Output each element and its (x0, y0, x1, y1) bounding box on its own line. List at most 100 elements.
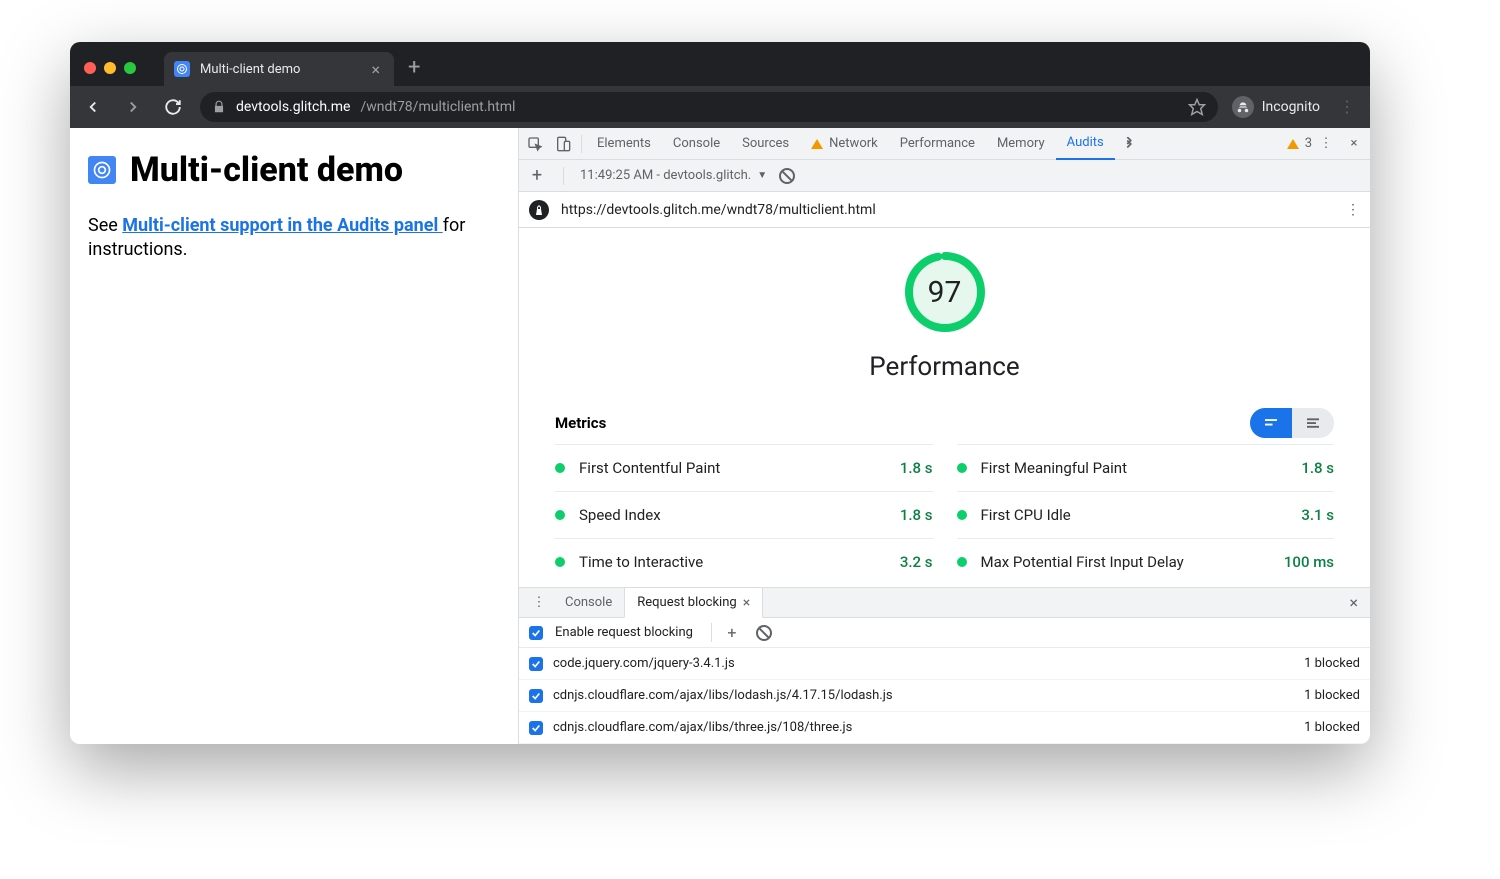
drawer-tabstrip: ⋮ Console Request blocking × × (519, 588, 1370, 618)
pattern-checkbox[interactable] (529, 721, 543, 735)
enable-blocking-label: Enable request blocking (555, 625, 693, 640)
inspect-element-icon[interactable] (521, 130, 549, 158)
more-tabs-icon[interactable] (1115, 130, 1143, 158)
drawer-tab-console[interactable]: Console (553, 588, 624, 618)
reload-button[interactable] (160, 94, 186, 120)
warning-icon (1287, 139, 1299, 149)
lighthouse-icon (529, 200, 549, 220)
tab-network[interactable]: Network (800, 128, 889, 160)
metric-status-dot (957, 463, 967, 473)
close-drawer-icon[interactable]: × (1343, 593, 1364, 612)
page-logo-icon (88, 156, 116, 184)
tab-elements[interactable]: Elements (586, 128, 662, 160)
score-gauge: 97 Performance (519, 228, 1370, 390)
page-title: Multi-client demo (88, 150, 500, 190)
metrics-view-toggle[interactable] (1250, 408, 1334, 438)
browser-menu-button[interactable]: ⋮ (1334, 94, 1360, 120)
devtools-panel: Elements Console Sources Network Perform… (518, 128, 1370, 744)
devtools-drawer: ⋮ Console Request blocking × × Enable re… (519, 587, 1370, 744)
tab-title: Multi-client demo (200, 62, 300, 77)
separator (563, 167, 564, 185)
address-bar[interactable]: devtools.glitch.me/wndt78/multiclient.ht… (200, 92, 1218, 122)
clear-audits-icon[interactable] (779, 168, 795, 184)
url-host: devtools.glitch.me (236, 99, 350, 115)
tab-strip: Multi-client demo × + (70, 42, 1370, 86)
pattern-url: cdnjs.cloudflare.com/ajax/libs/three.js/… (553, 720, 852, 735)
incognito-label: Incognito (1262, 99, 1320, 115)
audits-toolbar: + 11:49:25 AM - devtools.glitch. ▼ (519, 160, 1370, 192)
pattern-url: cdnjs.cloudflare.com/ajax/libs/lodash.js… (553, 688, 893, 703)
metric-status-dot (957, 557, 967, 567)
metric-row: Speed Index 1.8 s (555, 491, 933, 538)
pattern-count: 1 blocked (1304, 656, 1360, 671)
pattern-url: code.jquery.com/jquery-3.4.1.js (553, 656, 735, 671)
audit-url-row: https://devtools.glitch.me/wndt78/multic… (519, 192, 1370, 228)
tab-console[interactable]: Console (662, 128, 731, 160)
new-tab-button[interactable]: + (394, 55, 434, 86)
metrics-title: Metrics (555, 414, 606, 432)
metric-status-dot (555, 463, 565, 473)
metric-row: First CPU Idle 3.1 s (957, 491, 1335, 538)
lighthouse-report: 97 Performance Metrics (519, 228, 1370, 587)
warnings-badge[interactable]: 3 (1287, 136, 1312, 151)
category-label: Performance (869, 352, 1019, 382)
instructions-link[interactable]: Multi-client support in the Audits panel (122, 215, 442, 236)
blocked-pattern-row[interactable]: code.jquery.com/jquery-3.4.1.js 1 blocke… (519, 648, 1370, 680)
device-toggle-icon[interactable] (549, 130, 577, 158)
metric-row: First Contentful Paint 1.8 s (555, 444, 933, 491)
lock-icon (212, 100, 226, 114)
tab-sources[interactable]: Sources (731, 128, 800, 160)
metrics-grid: First Contentful Paint 1.8 s First Meani… (519, 444, 1370, 587)
separator (581, 135, 582, 153)
drawer-menu-icon[interactable]: ⋮ (525, 589, 553, 617)
metric-row: Max Potential First Input Delay 100 ms (957, 538, 1335, 585)
add-pattern-button[interactable]: + (722, 623, 742, 642)
toggle-compact-icon (1250, 408, 1292, 438)
pattern-checkbox[interactable] (529, 657, 543, 671)
metric-row: Time to Interactive 3.2 s (555, 538, 933, 585)
tab-memory[interactable]: Memory (986, 128, 1056, 160)
star-icon[interactable] (1188, 98, 1206, 116)
warning-icon (811, 139, 823, 149)
window-controls (80, 62, 144, 86)
content-area: Multi-client demo See Multi-client suppo… (70, 128, 1370, 744)
drawer-tab-request-blocking[interactable]: Request blocking × (624, 588, 763, 618)
close-tab-icon[interactable]: × (371, 60, 380, 79)
forward-button[interactable] (120, 94, 146, 120)
tab-audits[interactable]: Audits (1056, 128, 1115, 160)
metric-row: First Meaningful Paint 1.8 s (957, 444, 1335, 491)
back-button[interactable] (80, 94, 106, 120)
url-path: /wndt78/multiclient.html (360, 99, 515, 115)
browser-toolbar: devtools.glitch.me/wndt78/multiclient.ht… (70, 86, 1370, 128)
page-content: Multi-client demo See Multi-client suppo… (70, 128, 518, 744)
remove-all-patterns-icon[interactable] (756, 625, 772, 641)
pattern-checkbox[interactable] (529, 689, 543, 703)
score-value: 97 (903, 250, 987, 334)
devtools-menu-icon[interactable]: ⋮ (1312, 130, 1340, 158)
favicon-icon (174, 61, 190, 77)
page-paragraph: See Multi-client support in the Audits p… (88, 214, 500, 263)
minimize-window-button[interactable] (104, 62, 116, 74)
new-audit-button[interactable]: + (527, 165, 547, 186)
close-devtools-icon[interactable]: × (1340, 130, 1368, 158)
close-tab-icon[interactable]: × (743, 595, 750, 611)
maximize-window-button[interactable] (124, 62, 136, 74)
pattern-count: 1 blocked (1304, 720, 1360, 735)
enable-blocking-checkbox[interactable] (529, 626, 543, 640)
metric-status-dot (555, 510, 565, 520)
browser-window: Multi-client demo × + devtools.glitch.me… (70, 42, 1370, 744)
tab-performance[interactable]: Performance (889, 128, 986, 160)
devtools-tabstrip: Elements Console Sources Network Perform… (519, 128, 1370, 160)
incognito-indicator[interactable]: Incognito (1232, 96, 1320, 118)
close-window-button[interactable] (84, 62, 96, 74)
pattern-count: 1 blocked (1304, 688, 1360, 703)
audit-url-menu-icon[interactable]: ⋮ (1346, 203, 1360, 217)
audit-run-selector[interactable]: 11:49:25 AM - devtools.glitch. ▼ (580, 168, 767, 183)
blocked-pattern-row[interactable]: cdnjs.cloudflare.com/ajax/libs/lodash.js… (519, 680, 1370, 712)
browser-tab[interactable]: Multi-client demo × (164, 52, 394, 86)
metrics-header-row: Metrics (519, 390, 1370, 444)
toggle-expanded-icon (1292, 408, 1334, 438)
dropdown-icon: ▼ (757, 170, 767, 181)
blocked-pattern-row[interactable]: cdnjs.cloudflare.com/ajax/libs/three.js/… (519, 712, 1370, 744)
metric-status-dot (555, 557, 565, 567)
